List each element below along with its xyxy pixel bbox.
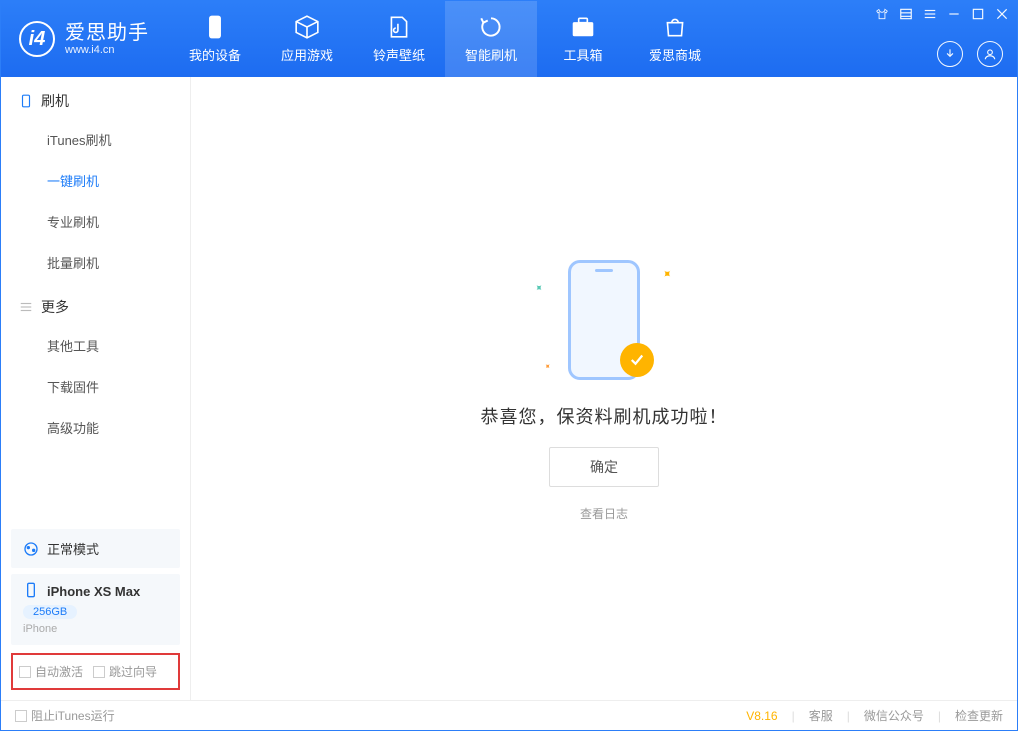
device-card[interactable]: iPhone XS Max 256GB iPhone (11, 574, 180, 645)
bag-icon (662, 14, 688, 40)
device-icon (23, 582, 39, 601)
check-update-link[interactable]: 检查更新 (955, 707, 1003, 724)
success-message: 恭喜您，保资料刷机成功啦！ (481, 403, 728, 429)
sidebar-item-batch-flash[interactable]: 批量刷机 (1, 242, 190, 283)
body: 刷机 iTunes刷机 一键刷机 专业刷机 批量刷机 更多 其他工具 下载固件 … (1, 77, 1017, 700)
music-file-icon (386, 14, 412, 40)
app-logo: i4 爱思助手 www.i4.cn (1, 1, 169, 77)
window-controls-bottom (937, 41, 1003, 67)
close-icon[interactable] (995, 7, 1009, 21)
user-button[interactable] (977, 41, 1003, 67)
sidebar-item-itunes-flash[interactable]: iTunes刷机 (1, 119, 190, 160)
nav-label: 爱思商城 (649, 45, 701, 64)
version-label: V8.16 (746, 709, 777, 723)
support-link[interactable]: 客服 (809, 707, 833, 724)
storage-badge: 256GB (23, 605, 77, 619)
sidebar-item-pro-flash[interactable]: 专业刷机 (1, 201, 190, 242)
nav-store[interactable]: 爱思商城 (629, 1, 721, 77)
options-highlighted: 自动激活 跳过向导 (11, 653, 180, 690)
sparkle-icon: ✦ (658, 265, 675, 282)
app-title: 爱思助手 (65, 22, 149, 44)
nav-apps-games[interactable]: 应用游戏 (261, 1, 353, 77)
sidebar-item-advanced[interactable]: 高级功能 (1, 407, 190, 448)
ok-button[interactable]: 确定 (549, 447, 659, 487)
sparkle-icon: ✦ (531, 282, 545, 296)
window-controls-top (875, 7, 1009, 21)
auto-activate-checkbox[interactable]: 自动激活 (19, 663, 83, 680)
sidebar-item-download-firmware[interactable]: 下载固件 (1, 366, 190, 407)
header: i4 爱思助手 www.i4.cn 我的设备 应用游戏 铃声壁纸 智能刷机 工具… (1, 1, 1017, 77)
wechat-link[interactable]: 微信公众号 (864, 707, 924, 724)
download-button[interactable] (937, 41, 963, 67)
app-subtitle: www.i4.cn (65, 44, 149, 56)
device-type: iPhone (23, 623, 168, 635)
list-icon[interactable] (899, 7, 913, 21)
section-title: 刷机 (41, 91, 69, 111)
nav-toolbox[interactable]: 工具箱 (537, 1, 629, 77)
nav-label: 智能刷机 (465, 45, 517, 64)
mode-icon (23, 541, 39, 557)
shirt-icon[interactable] (875, 7, 889, 21)
sidebar: 刷机 iTunes刷机 一键刷机 专业刷机 批量刷机 更多 其他工具 下载固件 … (1, 77, 191, 700)
nav-smart-flash[interactable]: 智能刷机 (445, 1, 537, 77)
phone-icon (202, 14, 228, 40)
nav-my-device[interactable]: 我的设备 (169, 1, 261, 77)
phone-outline-icon (19, 94, 33, 108)
success-illustration: ✦ ✦ ✦ (514, 255, 694, 385)
nav-ringtone-wallpaper[interactable]: 铃声壁纸 (353, 1, 445, 77)
sidebar-section-flash: 刷机 (1, 77, 190, 119)
view-log-link[interactable]: 查看日志 (580, 505, 628, 522)
sidebar-section-more: 更多 (1, 283, 190, 325)
device-name: iPhone XS Max (47, 584, 140, 599)
refresh-shield-icon (478, 14, 504, 40)
device-pane: 正常模式 iPhone XS Max 256GB iPhone 自动激活 跳过向… (1, 523, 190, 700)
maximize-icon[interactable] (971, 7, 985, 21)
section-title: 更多 (41, 297, 69, 317)
sidebar-item-other-tools[interactable]: 其他工具 (1, 325, 190, 366)
top-nav: 我的设备 应用游戏 铃声壁纸 智能刷机 工具箱 爱思商城 (169, 1, 721, 77)
sparkle-icon: ✦ (542, 361, 553, 372)
mode-card[interactable]: 正常模式 (11, 529, 180, 568)
checkmark-badge-icon (620, 343, 654, 377)
cube-icon (294, 14, 320, 40)
logo-icon: i4 (19, 21, 55, 57)
minimize-icon[interactable] (947, 7, 961, 21)
nav-label: 铃声壁纸 (373, 45, 425, 64)
menu-icon[interactable] (923, 7, 937, 21)
mode-label: 正常模式 (47, 539, 99, 558)
main-content: ✦ ✦ ✦ 恭喜您，保资料刷机成功啦！ 确定 查看日志 (191, 77, 1017, 700)
block-itunes-checkbox[interactable]: 阻止iTunes运行 (15, 707, 115, 724)
toolbox-icon (570, 14, 596, 40)
nav-label: 我的设备 (189, 45, 241, 64)
nav-label: 应用游戏 (281, 45, 333, 64)
sidebar-item-onekey-flash[interactable]: 一键刷机 (1, 160, 190, 201)
menu-lines-icon (19, 300, 33, 314)
footer: 阻止iTunes运行 V8.16 | 客服 | 微信公众号 | 检查更新 (1, 700, 1017, 730)
skip-guide-checkbox[interactable]: 跳过向导 (93, 663, 157, 680)
nav-label: 工具箱 (563, 45, 602, 64)
